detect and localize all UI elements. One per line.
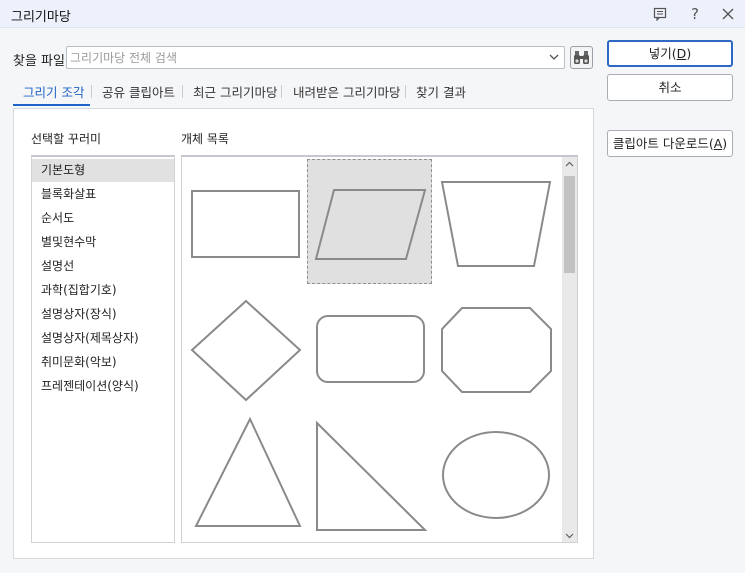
parallelogram-shape-icon[interactable] [307, 159, 432, 284]
search-combobox[interactable] [66, 46, 565, 69]
insert-button-label: 넣기( [648, 46, 677, 61]
active-tab-indicator [13, 104, 90, 106]
tab-drawing-pieces[interactable]: 그리기 조각 [23, 82, 84, 101]
search-label: 찾을 파일 [13, 54, 65, 69]
objects-heading: 개체 목록 [181, 132, 229, 146]
vertical-scrollbar[interactable] [562, 157, 577, 542]
tab-separator [182, 85, 183, 98]
download-button-label: 클립아트 다운로드( [612, 136, 714, 151]
insert-button[interactable]: 넣기(D) [607, 40, 733, 67]
close-icon[interactable] [717, 4, 739, 24]
category-heading: 선택할 꾸러미 [31, 132, 102, 146]
category-item[interactable]: 설명선 [32, 255, 174, 278]
tab-bar: 그리기 조각 공유 클립아트 최근 그리기마당 내려받은 그리기마당 찾기 결과 [13, 78, 593, 106]
title-bar: 그리기마당 ? [0, 0, 745, 28]
ellipse-shape-icon[interactable] [434, 413, 559, 538]
tab-separator [405, 85, 406, 98]
find-button[interactable] [570, 46, 593, 69]
download-button-close: ) [722, 136, 728, 151]
isosceles-triangle-shape-icon[interactable] [184, 413, 309, 538]
tab-shared-clipart[interactable]: 공유 클립아트 [102, 82, 175, 101]
tab-downloaded[interactable]: 내려받은 그리기마당 [293, 82, 400, 101]
category-item[interactable]: 설명상자(장식) [32, 303, 174, 326]
comment-icon[interactable] [649, 4, 671, 24]
shape-grid [181, 155, 578, 543]
cancel-button[interactable]: 취소 [607, 74, 733, 101]
tab-separator [91, 85, 92, 98]
rounded-rectangle-shape-icon[interactable] [309, 287, 434, 412]
content-panel: 선택할 꾸러미 개체 목록 기본도형 블록화살표 순서도 별및현수막 설명선 과… [13, 108, 594, 559]
category-item[interactable]: 취미문화(악보) [32, 351, 174, 374]
category-item[interactable]: 프레젠테이션(양식) [32, 375, 174, 398]
insert-button-close: ) [686, 46, 692, 61]
right-triangle-shape-icon[interactable] [309, 413, 434, 538]
category-item[interactable]: 별및현수막 [32, 231, 174, 254]
scroll-up-arrow[interactable] [562, 157, 577, 172]
window-title: 그리기마당 [11, 10, 71, 25]
rectangle-shape-icon[interactable] [184, 159, 309, 284]
search-input[interactable] [70, 49, 540, 66]
download-clipart-button[interactable]: 클립아트 다운로드(A) [607, 130, 733, 157]
category-item[interactable]: 과학(집합기호) [32, 279, 174, 302]
tab-separator [281, 85, 282, 98]
tab-recent[interactable]: 최근 그리기마당 [193, 82, 277, 101]
category-item[interactable]: 순서도 [32, 207, 174, 230]
chevron-down-icon[interactable] [549, 51, 559, 63]
category-item[interactable]: 설명상자(제목상자) [32, 327, 174, 350]
binoculars-icon [574, 51, 589, 64]
download-mnemonic: A [713, 136, 723, 151]
category-list: 기본도형 블록화살표 순서도 별및현수막 설명선 과학(집합기호) 설명상자(장… [31, 155, 175, 543]
trapezoid-shape-icon[interactable] [434, 159, 559, 284]
help-button[interactable]: ? [684, 4, 706, 24]
category-item[interactable]: 기본도형 [32, 159, 174, 182]
octagon-shape-icon[interactable] [434, 287, 559, 412]
scrollbar-thumb[interactable] [564, 176, 575, 273]
scroll-down-arrow[interactable] [562, 528, 577, 542]
tab-search-results[interactable]: 찾기 결과 [416, 82, 466, 101]
diamond-shape-icon[interactable] [184, 287, 309, 412]
category-item[interactable]: 블록화살표 [32, 183, 174, 206]
insert-mnemonic: D [676, 46, 687, 61]
